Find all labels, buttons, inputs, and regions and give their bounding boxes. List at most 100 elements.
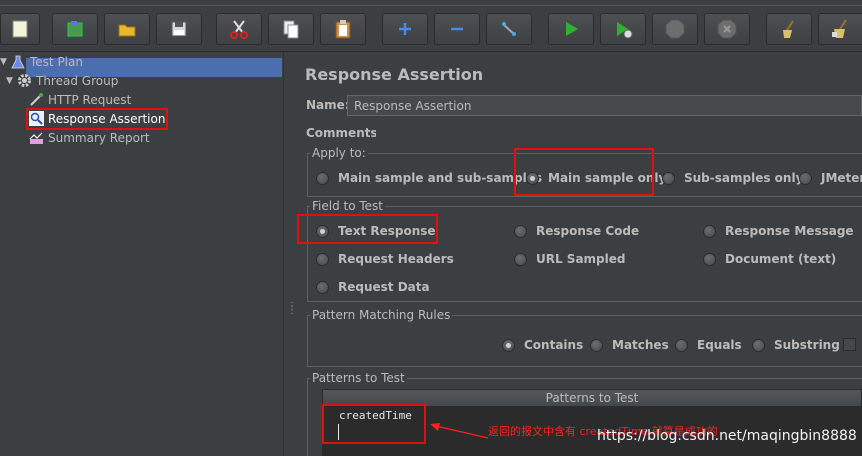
radio-label: Request Data xyxy=(338,280,430,294)
open-button[interactable] xyxy=(104,13,150,45)
scissors-icon xyxy=(230,20,248,39)
split-pane-divider[interactable] xyxy=(283,52,295,456)
radio-dot-selected[interactable] xyxy=(502,338,515,352)
flask-icon xyxy=(10,54,26,70)
tree-item-test-plan[interactable]: ▼ Test Plan xyxy=(0,52,83,71)
radio-label: Contains xyxy=(524,338,584,352)
divider-grip-icon[interactable]: ⋮⋮ xyxy=(287,302,297,319)
collapse-triangle-icon[interactable]: ▼ xyxy=(0,57,10,67)
radio-label: Response Code xyxy=(536,224,640,238)
radio-main-and-sub-samples[interactable]: Main sample and sub-samples xyxy=(316,171,542,185)
annotation-arrow-icon xyxy=(430,423,489,439)
comments-field[interactable] xyxy=(376,124,862,140)
stop-button[interactable] xyxy=(652,13,698,45)
not-checkbox[interactable] xyxy=(843,338,856,351)
toggle-wand-icon xyxy=(502,22,516,36)
menu-bar-edge xyxy=(0,0,862,6)
templates-button[interactable] xyxy=(52,13,98,45)
name-label: Name: xyxy=(306,98,350,112)
highlight-box-tree-selection xyxy=(26,108,168,130)
radio-label: Substring xyxy=(774,338,840,352)
radio-dot[interactable] xyxy=(799,171,812,185)
new-button[interactable] xyxy=(0,13,40,45)
cut-button[interactable] xyxy=(216,13,262,45)
radio-matches[interactable]: Matches xyxy=(590,338,669,352)
radio-label: Equals xyxy=(697,338,742,352)
tree-item-label: Summary Report xyxy=(48,130,150,145)
radio-dot[interactable] xyxy=(316,252,329,266)
radio-url-sampled[interactable]: URL Sampled xyxy=(514,252,625,266)
tree-item-thread-group[interactable]: ▼ Thread Group xyxy=(6,71,118,90)
radio-label: Document (text) xyxy=(725,252,837,266)
minus-icon xyxy=(451,27,463,31)
highlight-box-main-sample-only xyxy=(514,148,654,196)
pipette-icon xyxy=(28,92,44,108)
radio-request-headers[interactable]: Request Headers xyxy=(316,252,454,266)
field-to-test-title: Field to Test xyxy=(310,199,386,213)
chart-icon xyxy=(28,130,44,146)
play-no-timers-icon xyxy=(617,22,633,39)
start-button[interactable] xyxy=(548,13,594,45)
tree-item-summary-report[interactable]: Summary Report xyxy=(28,128,150,147)
tree-item-label: HTTP Request xyxy=(48,92,132,107)
collapse-triangle-icon[interactable]: ▼ xyxy=(6,76,16,86)
name-field[interactable] xyxy=(347,95,862,116)
radio-request-data[interactable]: Request Data xyxy=(316,280,430,294)
radio-equals[interactable]: Equals xyxy=(675,338,742,352)
broom-icon xyxy=(783,20,794,38)
radio-label: Sub-samples only xyxy=(684,171,804,185)
broom-all-icon xyxy=(832,19,847,38)
paste-button[interactable] xyxy=(320,13,366,45)
new-file-icon xyxy=(12,20,28,38)
radio-dot[interactable] xyxy=(590,338,603,352)
folder-open-icon xyxy=(118,24,136,37)
radio-dot[interactable] xyxy=(316,280,329,294)
radio-label: JMeter xyxy=(821,171,862,185)
tree-item-label: Test Plan xyxy=(30,54,83,69)
radio-sub-samples-only[interactable]: Sub-samples only xyxy=(662,171,803,185)
radio-dot[interactable] xyxy=(514,252,527,266)
start-no-pauses-button[interactable] xyxy=(600,13,646,45)
play-icon xyxy=(566,22,578,36)
clear-all-button[interactable] xyxy=(818,13,862,45)
toggle-button[interactable] xyxy=(486,13,532,45)
tree-item-http-request[interactable]: HTTP Request xyxy=(28,90,131,109)
toolbar xyxy=(0,0,862,52)
shutdown-button[interactable] xyxy=(704,13,750,45)
radio-dot[interactable] xyxy=(316,171,329,185)
radio-dot[interactable] xyxy=(514,224,527,238)
clear-button[interactable] xyxy=(766,13,812,45)
radio-document-text[interactable]: Document (text) xyxy=(703,252,836,266)
apply-to-title: Apply to: xyxy=(310,146,368,160)
save-disk-icon xyxy=(171,21,187,37)
clipboard-icon xyxy=(335,20,351,39)
stop-icon xyxy=(665,19,685,39)
tree-item-label: Thread Group xyxy=(36,73,119,88)
copy-icon xyxy=(283,20,299,39)
collapse-all-button[interactable] xyxy=(434,13,480,45)
radio-dot[interactable] xyxy=(703,224,716,238)
highlight-box-pattern xyxy=(322,404,426,444)
save-button[interactable] xyxy=(156,13,202,45)
radio-dot[interactable] xyxy=(752,338,765,352)
radio-substring[interactable]: Substring xyxy=(752,338,840,352)
expand-all-button[interactable] xyxy=(382,13,428,45)
radio-dot[interactable] xyxy=(662,171,675,185)
radio-label: URL Sampled xyxy=(536,252,626,266)
copy-button[interactable] xyxy=(268,13,314,45)
templates-icon xyxy=(67,21,83,37)
radio-label: Matches xyxy=(612,338,669,352)
radio-response-code[interactable]: Response Code xyxy=(514,224,639,238)
pattern-matching-rules-title: Pattern Matching Rules xyxy=(310,308,453,322)
page-title: Response Assertion xyxy=(305,65,484,84)
radio-dot[interactable] xyxy=(675,338,688,352)
radio-response-message[interactable]: Response Message xyxy=(703,224,854,238)
radio-label: Request Headers xyxy=(338,252,454,266)
shutdown-icon xyxy=(717,19,737,39)
plus-icon xyxy=(399,23,411,35)
highlight-box-text-response xyxy=(297,214,438,244)
watermark: https://blog.csdn.net/maqingbin8888 xyxy=(597,428,857,444)
radio-dot[interactable] xyxy=(703,252,716,266)
radio-jmeter-variable[interactable]: JMeter xyxy=(799,171,862,185)
radio-contains[interactable]: Contains xyxy=(502,338,583,352)
